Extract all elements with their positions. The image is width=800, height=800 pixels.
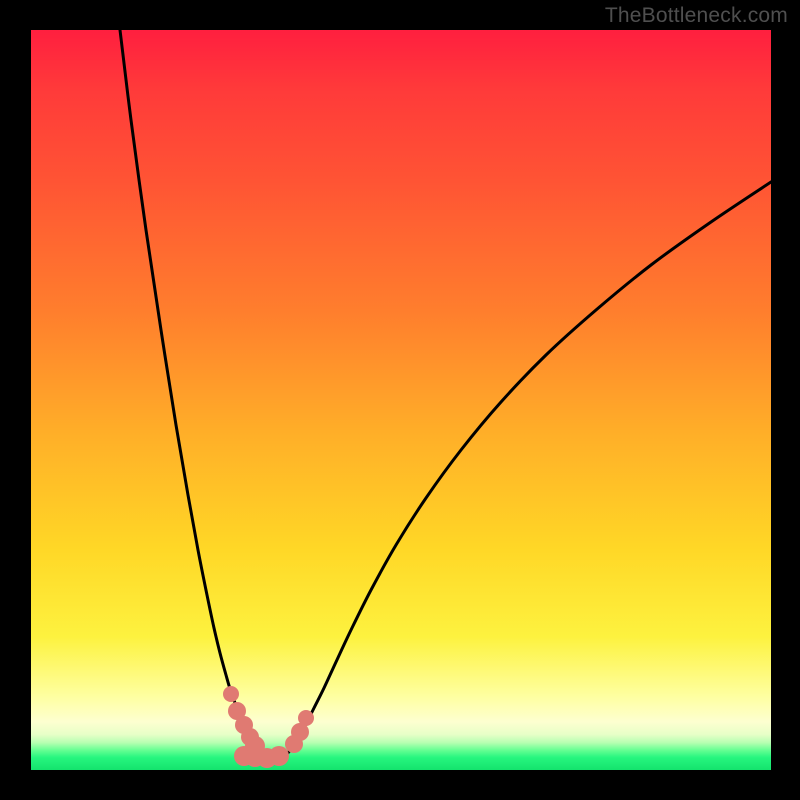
watermark-label: TheBottleneck.com: [605, 4, 788, 28]
marker-group: [223, 686, 314, 768]
chart-frame: TheBottleneck.com: [0, 0, 800, 800]
chart-plot-area: [31, 30, 771, 770]
data-marker: [298, 710, 314, 726]
right-curve-path: [286, 182, 771, 755]
data-marker: [223, 686, 239, 702]
left-curve-path: [120, 30, 265, 755]
data-marker: [269, 746, 289, 766]
chart-curve-svg: [31, 30, 771, 770]
